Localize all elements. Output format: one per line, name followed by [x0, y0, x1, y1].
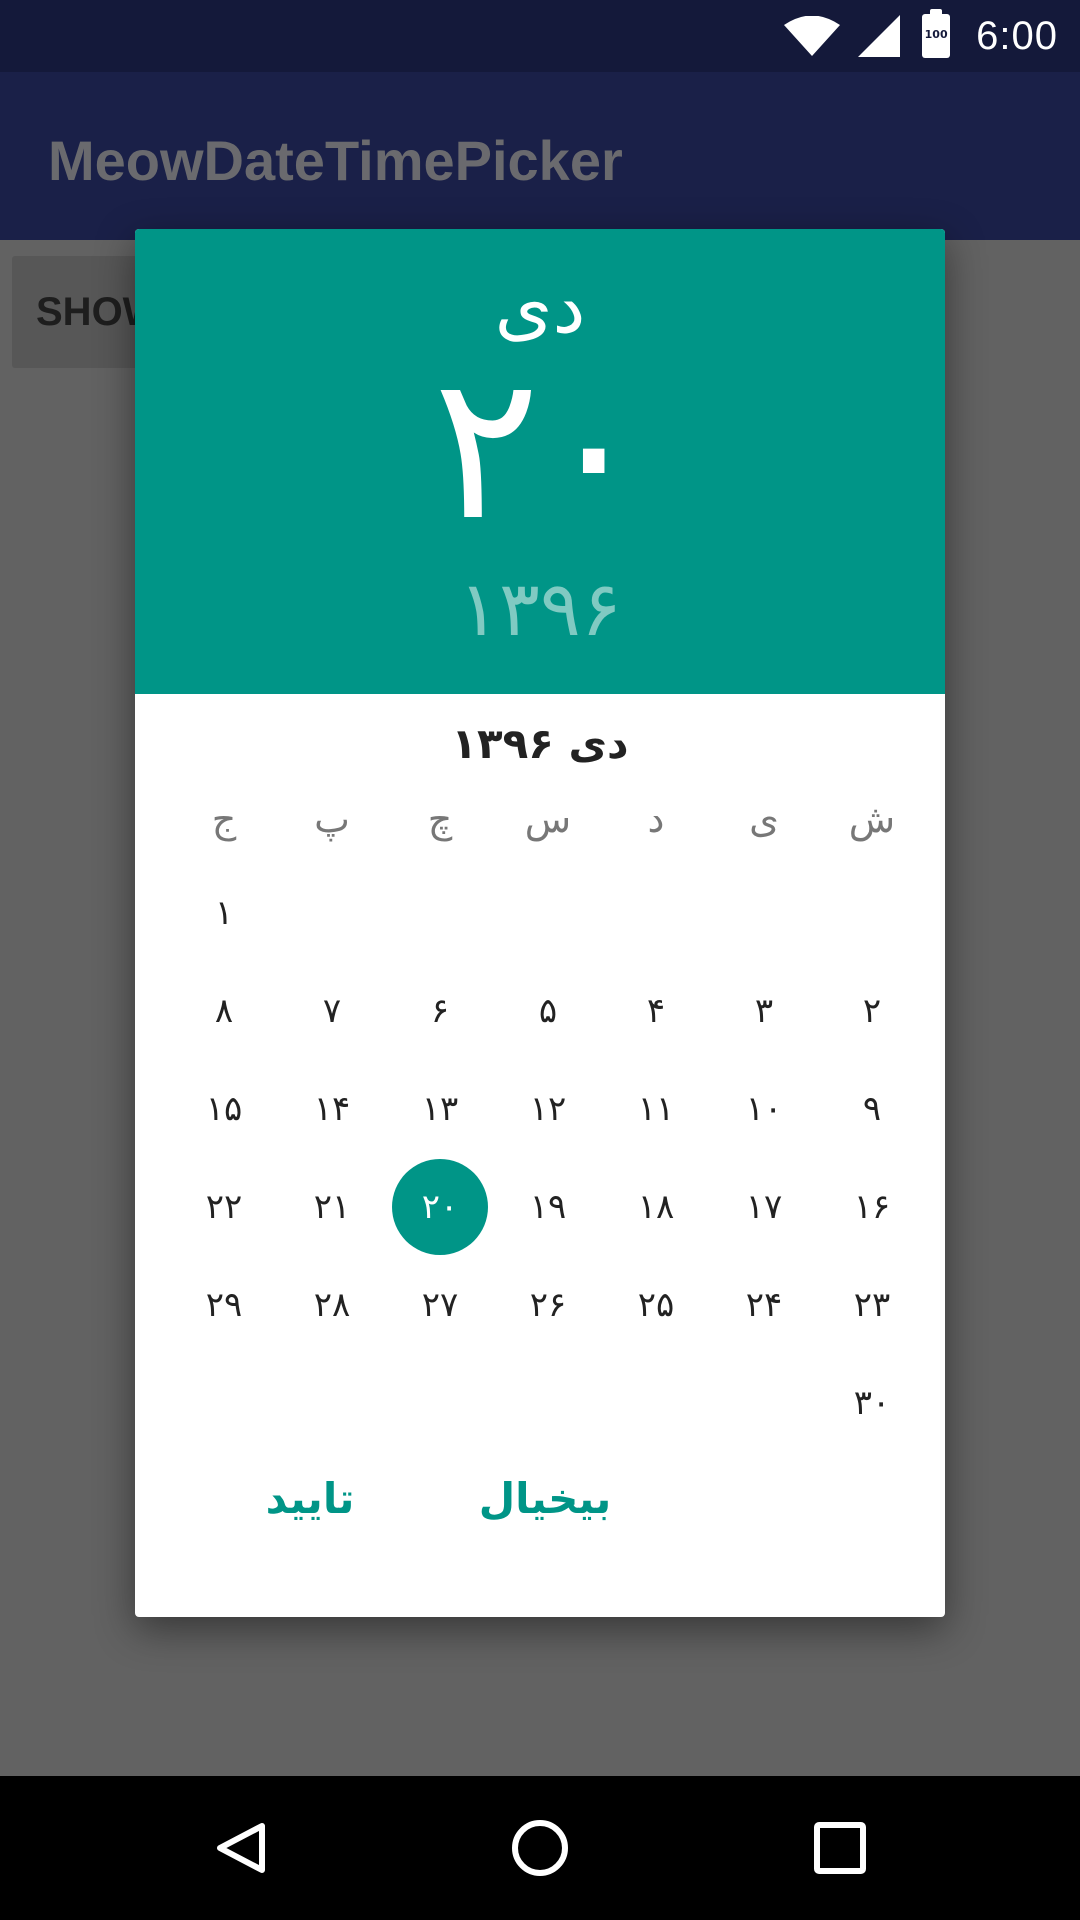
- day-number: ۱۸: [637, 1187, 675, 1227]
- header-year[interactable]: ۱۳۹۶: [135, 559, 945, 659]
- battery-level: 100: [924, 28, 948, 41]
- dialog-actions: تایید بیخیال: [135, 1459, 945, 1539]
- day-cell[interactable]: ۹: [818, 1060, 926, 1158]
- cell-signal-icon: [858, 15, 901, 57]
- day-number: ۲۵: [637, 1285, 675, 1325]
- empty-day-cell: [386, 864, 494, 962]
- weekday-label: ش: [848, 797, 896, 841]
- weekday-label: س: [524, 797, 572, 841]
- day-cell[interactable]: ۱۵: [170, 1060, 278, 1158]
- day-cell[interactable]: ۲۲: [170, 1158, 278, 1256]
- day-number: ۱۲: [529, 1089, 567, 1129]
- day-cell[interactable]: ۱۲: [494, 1060, 602, 1158]
- day-cell[interactable]: ۱۷: [710, 1158, 818, 1256]
- home-icon[interactable]: [504, 1812, 576, 1884]
- app-title: MeowDateTimePicker: [48, 129, 623, 192]
- day-number: ۲۹: [205, 1285, 243, 1325]
- day-number: ۳: [754, 991, 774, 1031]
- day-cell[interactable]: ۱: [170, 864, 278, 962]
- calendar-month-title: دی ۱۳۹۶: [451, 719, 629, 768]
- dialog-header: دی ۲۰ ۱۳۹۶: [135, 229, 945, 694]
- empty-day-cell: [710, 864, 818, 962]
- recents-icon[interactable]: [804, 1812, 876, 1884]
- day-number: ۱۶: [853, 1187, 891, 1227]
- day-number: ۲۴: [745, 1285, 783, 1325]
- day-number: ۱۳: [421, 1089, 459, 1129]
- weekday-label: ی: [749, 797, 779, 841]
- empty-day-cell: [602, 864, 710, 962]
- day-cell[interactable]: ۱۱: [602, 1060, 710, 1158]
- day-number: ۱۱: [637, 1089, 675, 1129]
- weekday-header-row: ش ی د س چ پ ج: [170, 789, 926, 849]
- day-cell[interactable]: ۲۹: [170, 1256, 278, 1354]
- day-cell[interactable]: ۱۰: [710, 1060, 818, 1158]
- weekday-label: چ: [427, 797, 453, 841]
- day-cell[interactable]: ۲۷: [386, 1256, 494, 1354]
- day-cell[interactable]: ۱۹: [494, 1158, 602, 1256]
- status-time: 6:00: [976, 13, 1058, 58]
- day-cell[interactable]: ۱۳: [386, 1060, 494, 1158]
- day-cell[interactable]: ۲۳: [818, 1256, 926, 1354]
- day-cell[interactable]: ۱۶: [818, 1158, 926, 1256]
- day-cell[interactable]: ۱۴: [278, 1060, 386, 1158]
- day-cell[interactable]: ۴: [602, 962, 710, 1060]
- weekday-label: د: [647, 797, 665, 841]
- day-cell[interactable]: ۶: [386, 962, 494, 1060]
- navigation-bar: [0, 1776, 1080, 1920]
- day-number: ۱۷: [745, 1187, 783, 1227]
- day-number: ۹: [862, 1089, 882, 1129]
- day-number: ۱۴: [313, 1089, 351, 1129]
- selected-day-cell[interactable]: ۲۰: [386, 1158, 494, 1256]
- weekday-label: پ: [314, 797, 350, 841]
- day-number: ۲۳: [853, 1285, 891, 1325]
- day-cell[interactable]: ۲۱: [278, 1158, 386, 1256]
- ok-button[interactable]: تایید: [235, 1459, 385, 1539]
- calendar-day-grid: ۱ ۲ ۳ ۴ ۵ ۶ ۷ ۸ ۹ ۱۰ ۱۱ ۱۲ ۱۳ ۱۴ ۱۵ ۱۶ ۱۷ ۱۸ ۱۹ ۲۰ ۲۱ ۲۲ ۲۳ ۲۴ ۲…: [170, 864, 926, 1452]
- day-number: ۴: [646, 991, 666, 1031]
- battery-icon: 100: [922, 9, 951, 58]
- day-number: ۳۰: [853, 1383, 891, 1423]
- weekday-label: ج: [211, 797, 237, 841]
- cancel-button[interactable]: بیخیال: [445, 1459, 645, 1539]
- day-number: ۲۱: [313, 1187, 351, 1227]
- day-cell[interactable]: ۷: [278, 962, 386, 1060]
- day-number: ۶: [430, 991, 450, 1031]
- day-number: ۱۰: [745, 1089, 783, 1129]
- day-cell[interactable]: ۳: [710, 962, 818, 1060]
- day-cell[interactable]: ۲۵: [602, 1256, 710, 1354]
- status-bar: 100 6:00: [0, 0, 1080, 72]
- day-number: ۷: [322, 991, 342, 1031]
- day-number: ۸: [214, 991, 234, 1031]
- day-number: ۱۹: [529, 1187, 567, 1227]
- empty-day-cell: [818, 864, 926, 962]
- day-number: ۲۷: [421, 1285, 459, 1325]
- day-cell[interactable]: ۲۸: [278, 1256, 386, 1354]
- date-picker-dialog: دی ۲۰ ۱۳۹۶ دی ۱۳۹۶ ش ی د س چ پ ج ۱۲۳۴۵۶۷…: [135, 229, 945, 1617]
- day-cell[interactable]: ۸: [170, 962, 278, 1060]
- day-cell[interactable]: ۲۶: [494, 1256, 602, 1354]
- day-number: ۱: [214, 893, 234, 933]
- day-number: ۱۵: [205, 1089, 243, 1129]
- day-cell[interactable]: ۱۸: [602, 1158, 710, 1256]
- day-cell[interactable]: ۲۴: [710, 1256, 818, 1354]
- back-icon[interactable]: [204, 1812, 276, 1884]
- day-cell[interactable]: ۵: [494, 962, 602, 1060]
- day-number: ۲۲: [205, 1187, 243, 1227]
- day-number: ۵: [538, 991, 558, 1031]
- day-number: ۲: [862, 991, 882, 1031]
- day-number: ۲۰: [421, 1187, 459, 1227]
- wifi-icon: [784, 16, 841, 56]
- day-cell[interactable]: ۳۰: [818, 1354, 926, 1452]
- day-number: ۲۸: [313, 1285, 351, 1325]
- header-day[interactable]: ۲۰: [135, 339, 945, 559]
- app-bar: MeowDateTimePicker: [0, 72, 1080, 240]
- day-cell[interactable]: ۲: [818, 962, 926, 1060]
- status-icons: 100 6:00: [784, 0, 1058, 72]
- empty-day-cell: [494, 864, 602, 962]
- empty-day-cell: [278, 864, 386, 962]
- day-number: ۲۶: [529, 1285, 567, 1325]
